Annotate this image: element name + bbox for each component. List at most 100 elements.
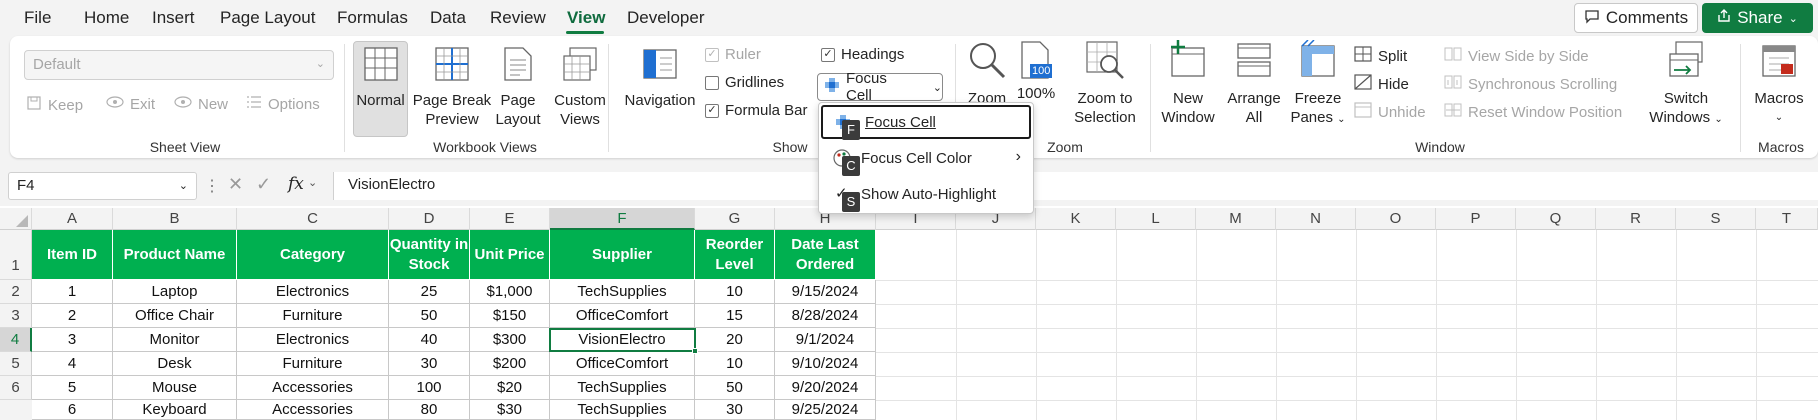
table-cell[interactable]: Furniture xyxy=(237,304,389,328)
row-header-6[interactable]: 6 xyxy=(0,376,32,400)
page-layout-button[interactable]: Page Layout xyxy=(493,46,543,129)
table-cell[interactable]: Accessories xyxy=(237,400,389,420)
formula-bar-checkbox[interactable]: ✓ Formula Bar xyxy=(705,102,808,119)
table-cell[interactable]: 10 xyxy=(695,352,775,376)
column-header-p[interactable]: P xyxy=(1436,208,1516,230)
column-header-r[interactable]: R xyxy=(1596,208,1676,230)
zoom-100-button[interactable]: 100 100% xyxy=(1014,40,1058,103)
table-cell[interactable]: TechSupplies xyxy=(550,376,695,400)
column-header-o[interactable]: O xyxy=(1356,208,1436,230)
comments-button[interactable]: Comments xyxy=(1574,3,1698,33)
menu-formulas[interactable]: Formulas xyxy=(337,8,408,28)
more-options-icon[interactable]: ⋮ xyxy=(204,176,220,196)
row-header-4[interactable]: 4 xyxy=(0,328,32,352)
column-header-c[interactable]: C xyxy=(237,208,389,230)
table-cell[interactable]: 30 xyxy=(695,400,775,420)
menu-review[interactable]: Review xyxy=(490,8,546,28)
table-cell[interactable]: 1 xyxy=(32,280,113,304)
row-header-5[interactable]: 5 xyxy=(0,352,32,376)
zoom-button[interactable]: Zoom xyxy=(962,40,1012,108)
menu-data[interactable]: Data xyxy=(430,8,466,28)
table-cell[interactable]: Monitor xyxy=(113,328,237,352)
options-button[interactable]: Options xyxy=(246,95,320,113)
column-header-s[interactable]: S xyxy=(1676,208,1756,230)
menu-page-layout[interactable]: Page Layout xyxy=(220,8,315,28)
header-cell-unit-price[interactable]: Unit Price xyxy=(470,230,550,280)
table-cell[interactable]: Furniture xyxy=(237,352,389,376)
column-header-l[interactable]: L xyxy=(1116,208,1196,230)
table-cell[interactable]: 9/10/2024 xyxy=(775,352,876,376)
table-cell[interactable]: 9/15/2024 xyxy=(775,280,876,304)
table-cell[interactable]: Electronics xyxy=(237,280,389,304)
row-header-2[interactable]: 2 xyxy=(0,280,32,304)
synchronous-scrolling-button[interactable]: Synchronous Scrolling xyxy=(1444,74,1617,94)
table-cell[interactable]: 5 xyxy=(32,376,113,400)
table-cell[interactable]: $300 xyxy=(470,328,550,352)
sheet-view-select[interactable]: Default ⌄ xyxy=(24,50,334,80)
header-cell-reorder-level[interactable]: Reorder Level xyxy=(695,230,775,280)
table-cell[interactable]: 9/1/2024 xyxy=(775,328,876,352)
table-cell[interactable]: 50 xyxy=(695,376,775,400)
table-cell[interactable]: Keyboard xyxy=(113,400,237,420)
table-cell[interactable]: OfficeComfort xyxy=(550,352,695,376)
header-cell-product-name[interactable]: Product Name xyxy=(113,230,237,280)
column-header-m[interactable]: M xyxy=(1196,208,1276,230)
table-cell[interactable]: $30 xyxy=(470,400,550,420)
column-header-t[interactable]: T xyxy=(1756,208,1818,230)
table-cell[interactable]: OfficeComfort xyxy=(550,304,695,328)
table-cell[interactable]: $200 xyxy=(470,352,550,376)
table-cell[interactable]: 30 xyxy=(389,352,470,376)
column-header-q[interactable]: Q xyxy=(1516,208,1596,230)
new-sheet-view-button[interactable]: New xyxy=(174,95,228,113)
column-header-g[interactable]: G xyxy=(695,208,775,230)
row-header-3[interactable]: 3 xyxy=(0,304,32,328)
table-cell[interactable]: 2 xyxy=(32,304,113,328)
header-cell-category[interactable]: Category xyxy=(237,230,389,280)
table-cell[interactable]: 9/25/2024 xyxy=(775,400,876,420)
menu-developer[interactable]: Developer xyxy=(627,8,705,28)
freeze-panes-button[interactable]: Freeze Panes ⌄ xyxy=(1288,39,1348,129)
header-cell-quantity[interactable]: Quantity in Stock xyxy=(389,230,470,280)
ruler-checkbox[interactable]: ✓ Ruler xyxy=(705,46,761,63)
table-cell[interactable]: 6 xyxy=(32,400,113,420)
table-cell[interactable]: 9/20/2024 xyxy=(775,376,876,400)
table-cell[interactable]: Laptop xyxy=(113,280,237,304)
table-cell[interactable]: 4 xyxy=(32,352,113,376)
table-cell[interactable]: Mouse xyxy=(113,376,237,400)
cancel-icon[interactable]: ✕ xyxy=(228,174,243,195)
formula-input[interactable]: VisionElectro xyxy=(333,172,1818,200)
table-cell[interactable]: $1,000 xyxy=(470,280,550,304)
view-side-by-side-button[interactable]: View Side by Side xyxy=(1444,46,1589,66)
split-button[interactable]: Split xyxy=(1354,46,1407,66)
column-header-k[interactable]: K xyxy=(1036,208,1116,230)
headings-checkbox[interactable]: ✓ Headings xyxy=(821,46,904,63)
arrange-all-button[interactable]: Arrange All xyxy=(1224,40,1284,127)
name-box[interactable]: F4 ⌄ xyxy=(8,172,197,200)
table-cell[interactable]: $20 xyxy=(470,376,550,400)
table-cell[interactable]: 50 xyxy=(389,304,470,328)
table-cell[interactable]: 15 xyxy=(695,304,775,328)
custom-views-button[interactable]: Custom Views xyxy=(548,46,612,129)
share-button[interactable]: Share ⌄ xyxy=(1702,3,1813,33)
column-header-n[interactable]: N xyxy=(1276,208,1356,230)
menu-insert[interactable]: Insert xyxy=(152,8,195,28)
table-cell[interactable]: 3 xyxy=(32,328,113,352)
table-cell[interactable]: 25 xyxy=(389,280,470,304)
table-cell[interactable]: 20 xyxy=(695,328,775,352)
table-cell[interactable]: 40 xyxy=(389,328,470,352)
unhide-button[interactable]: Unhide xyxy=(1354,102,1426,122)
column-header-a[interactable]: A xyxy=(32,208,113,230)
table-cell[interactable]: 80 xyxy=(389,400,470,420)
select-all-corner[interactable] xyxy=(0,208,32,230)
navigation-button[interactable]: Navigation xyxy=(620,46,700,110)
header-cell-date-last-ordered[interactable]: Date Last Ordered xyxy=(775,230,876,280)
macros-button[interactable]: Macros ⌄ xyxy=(1746,40,1812,127)
enter-icon[interactable]: ✓ xyxy=(256,174,271,195)
table-cell[interactable]: TechSupplies xyxy=(550,280,695,304)
reset-window-position-button[interactable]: Reset Window Position xyxy=(1444,102,1622,122)
exit-button[interactable]: Exit xyxy=(106,95,155,113)
gridlines-checkbox[interactable]: Gridlines xyxy=(705,74,784,91)
table-cell[interactable]: Electronics xyxy=(237,328,389,352)
menu-file[interactable]: File xyxy=(24,8,51,28)
focus-cell-button[interactable]: Focus Cell ⌄ xyxy=(817,70,943,104)
